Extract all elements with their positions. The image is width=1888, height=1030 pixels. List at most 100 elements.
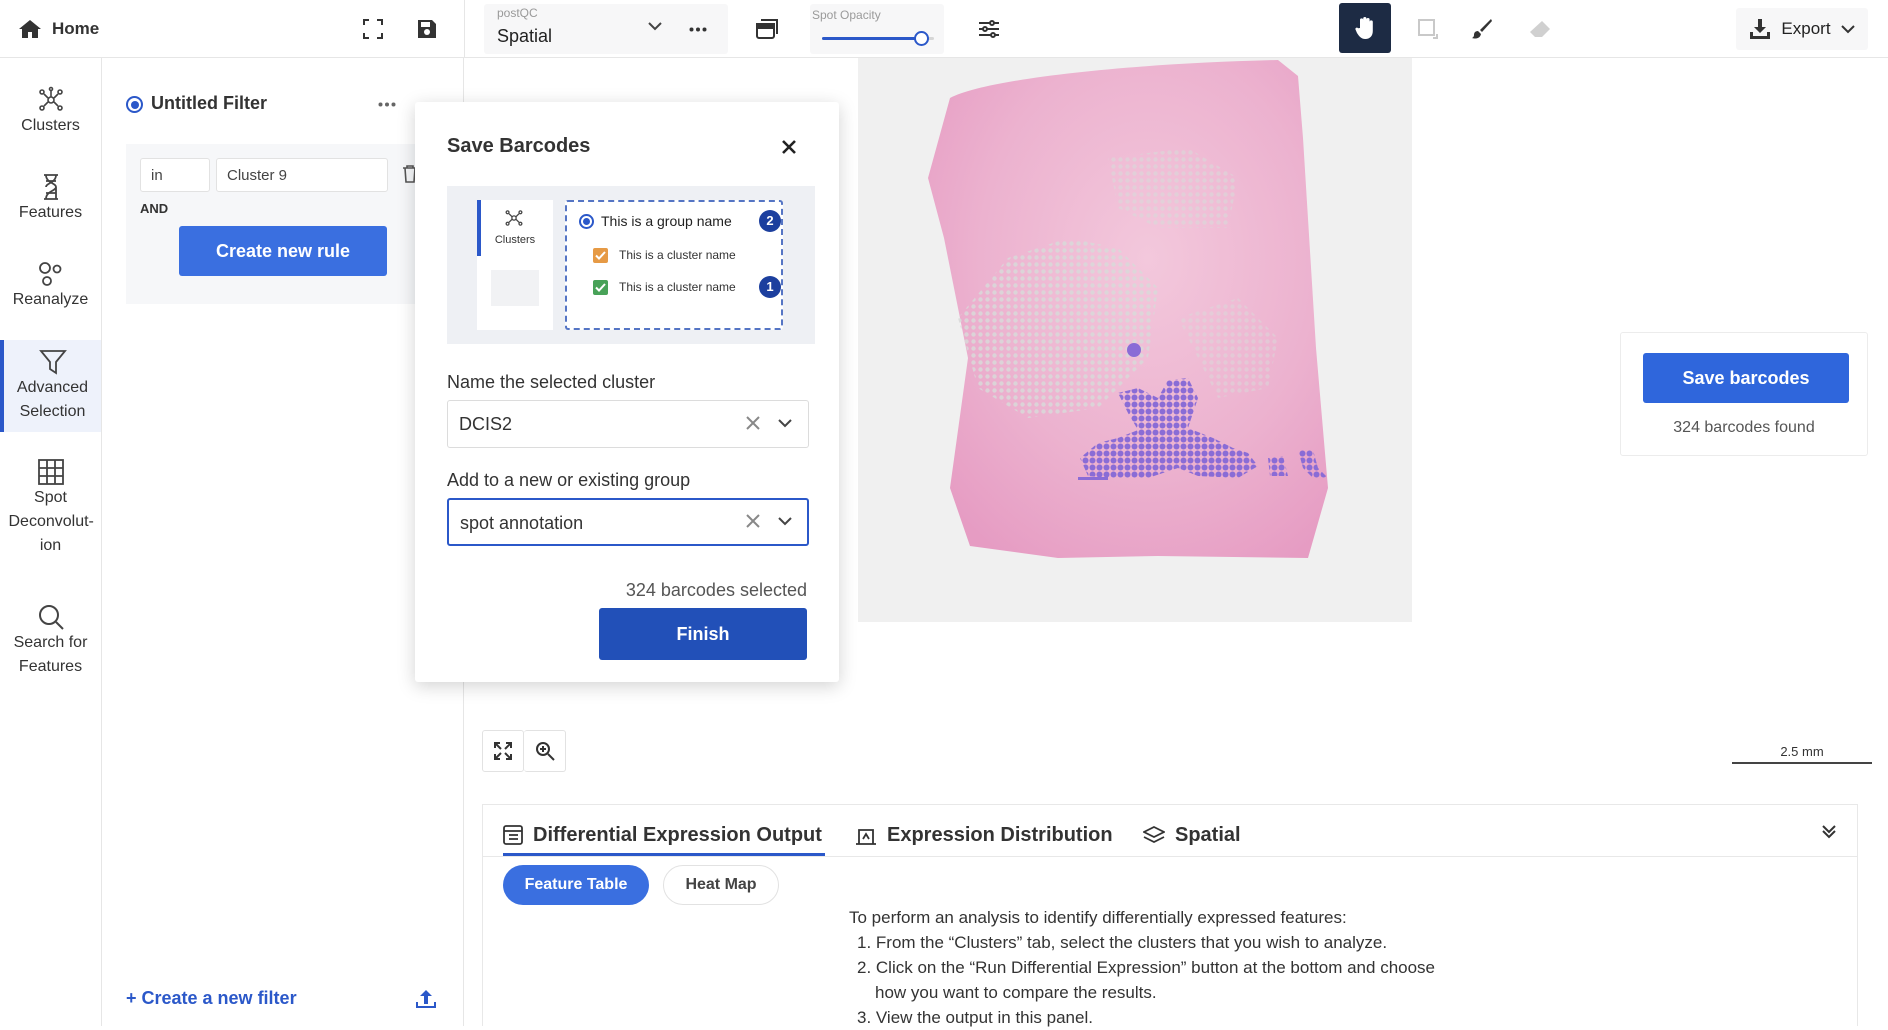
- chevron-down-icon[interactable]: [778, 419, 792, 428]
- search-icon: [37, 603, 65, 631]
- scale-bar: 2.5 mm: [1732, 744, 1872, 764]
- layers-button[interactable]: [752, 14, 782, 44]
- illus-group-box: This is a group name 2 This is a cluster…: [565, 200, 783, 330]
- upload-filter-button[interactable]: [416, 988, 436, 1008]
- lasso-select-button[interactable]: [1410, 14, 1446, 44]
- view-value: Spatial: [497, 26, 553, 46]
- instructions-step-3: 3. View the output in this panel.: [857, 1008, 1093, 1027]
- brush-icon: [1471, 18, 1493, 40]
- grid-icon: [37, 458, 65, 486]
- square-select-icon: [1416, 17, 1440, 41]
- clusters-icon: [503, 208, 525, 228]
- instructions-step-2: 2. Click on the “Run Differential Expres…: [857, 958, 1436, 977]
- save-button[interactable]: [412, 14, 442, 44]
- brush-tool-button[interactable]: [1466, 14, 1498, 44]
- save-barcodes-button[interactable]: Save barcodes: [1643, 353, 1849, 403]
- rule-conjunction: AND: [140, 201, 169, 216]
- pan-tool-button[interactable]: [1339, 3, 1391, 53]
- opacity-slider-track: [822, 31, 934, 46]
- nav-clusters[interactable]: Clusters: [0, 86, 101, 156]
- tab-expression-distribution[interactable]: Expression Distribution: [855, 815, 1113, 855]
- chevrons-down-icon: [1821, 823, 1837, 839]
- save-barcodes-card: Save barcodes 324 barcodes found: [1620, 332, 1868, 456]
- dialog-title: Save Barcodes: [447, 135, 591, 157]
- tab-differential-expression[interactable]: Differential Expression Output: [503, 815, 822, 855]
- illus-placeholder: [491, 270, 539, 306]
- save-icon: [417, 19, 437, 39]
- filter-panel: Untitled Filter in Cluster 9 AND Create …: [102, 58, 464, 1026]
- nav-advanced-selection[interactable]: Advanced Selection: [0, 340, 101, 432]
- create-rule-button[interactable]: Create new rule: [179, 226, 387, 276]
- clear-cluster-name-icon[interactable]: [746, 416, 760, 430]
- rule-value-field[interactable]: Cluster 9: [216, 158, 388, 192]
- more-horizontal-icon: [378, 102, 396, 107]
- tissue-section-image: [928, 60, 1328, 558]
- export-button[interactable]: Export: [1736, 8, 1868, 50]
- feature-table-chip[interactable]: Feature Table: [503, 865, 649, 905]
- tab-bar-divider: [483, 856, 1857, 857]
- fullscreen-button[interactable]: [358, 14, 388, 44]
- opacity-slider-fill: [822, 37, 921, 40]
- table-icon: [503, 825, 523, 845]
- clear-group-icon[interactable]: [746, 514, 760, 528]
- top-toolbar: Home postQC Spatial Spot Opacity Export: [0, 0, 1888, 58]
- collapse-panel-button[interactable]: [1821, 823, 1837, 839]
- group-select[interactable]: spot annotation: [447, 498, 809, 546]
- opacity-slider-thumb[interactable]: [913, 31, 929, 46]
- heat-map-chip[interactable]: Heat Map: [663, 865, 779, 905]
- features-icon: [40, 173, 62, 201]
- scale-bar-line: [1732, 762, 1872, 764]
- group-label: Add to a new or existing group: [447, 470, 691, 490]
- illus-tab-label: Clusters: [494, 234, 536, 246]
- filter-icon: [38, 348, 67, 376]
- nav-search-features[interactable]: Search for Features: [0, 603, 101, 693]
- fullscreen-icon: [362, 18, 384, 40]
- spot-opacity-label: Spot Opacity: [812, 8, 881, 22]
- fit-view-button[interactable]: [482, 730, 524, 772]
- illus-checkbox-2: [593, 280, 608, 295]
- dataset-caption: postQC: [497, 6, 538, 20]
- finish-button[interactable]: Finish: [599, 608, 807, 660]
- toolbar-divider: [464, 0, 465, 58]
- eraser-tool-button[interactable]: [1524, 14, 1556, 44]
- layers-window-icon: [755, 18, 779, 40]
- home-button[interactable]: Home: [18, 12, 99, 46]
- chevron-down-icon: [648, 22, 662, 31]
- tab-spatial[interactable]: Spatial: [1143, 815, 1241, 855]
- illus-active-indicator: [477, 200, 481, 256]
- illus-checkbox-1: [593, 248, 608, 263]
- chevron-down-icon[interactable]: [778, 517, 792, 526]
- illus-badge-cluster: 1: [759, 276, 781, 298]
- instructions-step-2b: how you want to compare the results.: [875, 983, 1157, 1002]
- rule-operator-field[interactable]: in: [140, 158, 210, 192]
- scale-bar-label: 2.5 mm: [1780, 744, 1824, 759]
- cluster-name-label: Name the selected cluster: [447, 372, 656, 392]
- close-icon: [782, 140, 796, 154]
- close-dialog-button[interactable]: [777, 135, 801, 159]
- nav-features[interactable]: Features: [0, 173, 101, 243]
- illus-cluster-name-1: This is a cluster name: [619, 248, 736, 262]
- more-options-button[interactable]: [686, 14, 710, 44]
- zoom-in-button[interactable]: [524, 730, 566, 772]
- illus-cluster-name-2: This is a cluster name: [619, 280, 736, 294]
- filter-more-button[interactable]: [378, 102, 396, 107]
- nav-label-search-features: Search for Features: [13, 634, 88, 675]
- download-icon: [1749, 18, 1771, 40]
- save-barcodes-dialog: Save Barcodes Clusters This is a group n…: [415, 102, 839, 682]
- create-filter-link[interactable]: + Create a new filter: [126, 988, 297, 1009]
- spot-opacity-control[interactable]: Spot Opacity: [810, 4, 944, 54]
- sliders-icon: [977, 19, 1001, 39]
- nav-spot-deconvolution[interactable]: Spot Deconvolut-ion: [0, 458, 101, 558]
- chevron-down-icon: [1840, 24, 1855, 34]
- nav-reanalyze[interactable]: Reanalyze: [0, 260, 101, 330]
- cluster-name-select[interactable]: DCIS2: [447, 400, 809, 448]
- clusters-icon: [36, 86, 66, 114]
- barcodes-found-text: 324 barcodes found: [1673, 419, 1815, 436]
- expand-arrows-icon: [494, 742, 512, 760]
- instructions-intro: To perform an analysis to identify diffe…: [849, 908, 1347, 927]
- eraser-icon: [1529, 19, 1551, 39]
- settings-sliders-button[interactable]: [974, 14, 1004, 44]
- filter-radio[interactable]: [126, 96, 143, 113]
- tab-label-spatial: Spatial: [1175, 823, 1241, 846]
- distribution-icon: [855, 825, 877, 845]
